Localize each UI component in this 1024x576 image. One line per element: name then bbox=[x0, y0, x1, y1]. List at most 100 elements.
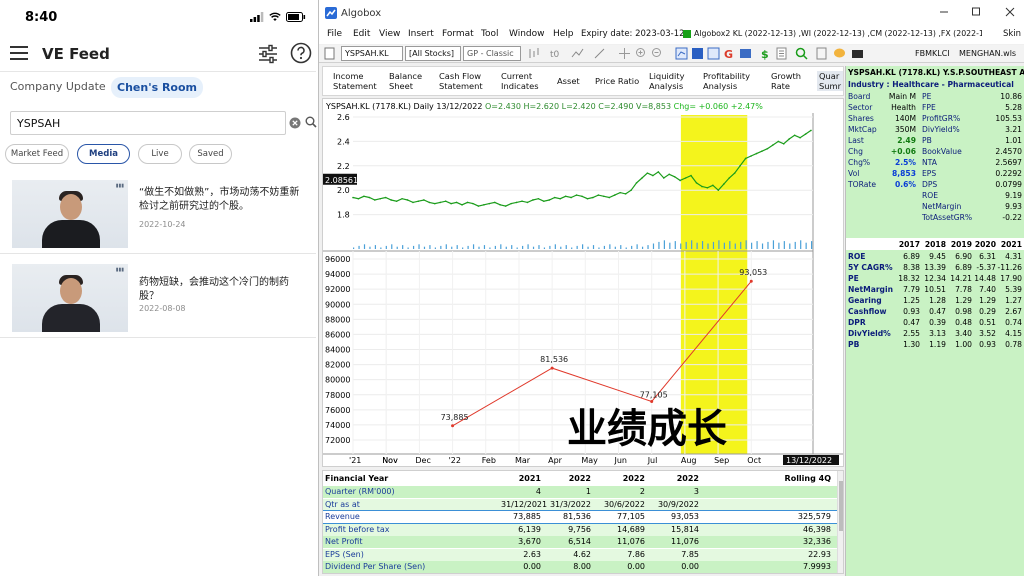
menu-file[interactable]: File bbox=[327, 29, 342, 39]
menu-format[interactable]: Format bbox=[442, 29, 474, 39]
scrollbar-thumb[interactable] bbox=[839, 481, 843, 531]
price-point bbox=[712, 184, 714, 187]
tab-saved[interactable]: Saved bbox=[189, 144, 232, 164]
chart-svg[interactable]: 2.6 2.4 2.2 2.0 1.8 96000 94000 92000 90000 88000… bbox=[323, 99, 843, 466]
price-point bbox=[793, 134, 796, 137]
clear-search-icon[interactable] bbox=[289, 117, 301, 129]
tab-company-update[interactable]: Company Update bbox=[10, 80, 106, 93]
price-point bbox=[717, 189, 720, 191]
tab-live[interactable]: Live bbox=[138, 144, 182, 164]
table-row-label: Quarter (RM'000) bbox=[325, 487, 395, 496]
news-icon[interactable] bbox=[739, 47, 752, 60]
feed-item[interactable]: ▮▮▮ 药物短缺，会推动这个冷门的制药股？ 2022-08-08 bbox=[0, 258, 316, 338]
price-point bbox=[575, 194, 578, 196]
chat-icon[interactable] bbox=[833, 47, 846, 60]
data-view-icon[interactable] bbox=[707, 47, 720, 60]
x-tick-label: Nov bbox=[382, 456, 398, 465]
crosshair-icon[interactable] bbox=[618, 47, 631, 60]
menu-window[interactable]: Window bbox=[509, 29, 545, 39]
menu-icon[interactable] bbox=[10, 44, 30, 62]
menu-skin[interactable]: Skin bbox=[1003, 29, 1021, 39]
price-point bbox=[450, 202, 452, 205]
zoom-out-icon[interactable] bbox=[651, 47, 664, 60]
ratio-value: 0.29 bbox=[979, 307, 996, 316]
table-row[interactable]: Net Profit 3,670 6,514 11,076 11,076 32,336 bbox=[323, 536, 837, 548]
period-icon[interactable]: t0 bbox=[549, 47, 562, 60]
price-point bbox=[761, 150, 763, 152]
tab-income-statement[interactable]: Income Statement bbox=[333, 71, 377, 91]
volume-bar bbox=[543, 247, 546, 249]
cursor-price-label: 2.08561 bbox=[325, 176, 358, 185]
price-point bbox=[504, 205, 507, 207]
google-search-icon[interactable]: G bbox=[723, 47, 736, 60]
page-icon[interactable] bbox=[323, 47, 336, 60]
blue-chart-icon[interactable] bbox=[691, 47, 704, 60]
zoom-in-icon[interactable] bbox=[635, 47, 648, 60]
report-icon[interactable] bbox=[775, 47, 788, 60]
layout-combo[interactable]: GP - Classic bbox=[463, 46, 521, 61]
maximize-icon[interactable] bbox=[969, 6, 983, 18]
revenue-point bbox=[650, 399, 654, 403]
tab-growth-rate[interactable]: Growth Rate bbox=[771, 71, 801, 91]
menu-help[interactable]: Help bbox=[553, 29, 574, 39]
chart-view-icon[interactable] bbox=[675, 47, 688, 60]
price-point bbox=[412, 201, 414, 204]
stock-list-combo[interactable]: [All Stocks] bbox=[405, 46, 461, 61]
volume-bar bbox=[652, 243, 655, 249]
scanner-icon[interactable] bbox=[795, 47, 808, 60]
symbol-combo[interactable]: YSPSAH.KL bbox=[341, 46, 403, 61]
volume-bar bbox=[532, 246, 535, 249]
draw-line-icon[interactable] bbox=[593, 47, 606, 60]
price-point bbox=[646, 172, 649, 174]
table-row[interactable]: Profit before tax 6,139 9,756 14,689 15,814 4… bbox=[323, 523, 837, 536]
tab-quarter-summary[interactable]: Quar Sumr bbox=[817, 71, 844, 91]
filter-sliders-icon[interactable] bbox=[257, 43, 279, 65]
summary-key: BookValue bbox=[922, 147, 962, 156]
tab-chens-room[interactable]: Chen's Room bbox=[111, 77, 203, 98]
feed-item-title[interactable]: 药物短缺，会推动这个冷门的制药股？ bbox=[139, 276, 307, 304]
table-row[interactable]: Dividend Per Share (Sen) 0.00 8.00 0.00 0.00… bbox=[323, 561, 837, 573]
search-icon[interactable] bbox=[305, 116, 317, 128]
workspace-label[interactable]: MENGHAN.wls bbox=[959, 49, 1016, 58]
table-row[interactable]: Quarter (RM'000) 4 1 2 3 bbox=[323, 486, 837, 498]
document-icon[interactable] bbox=[815, 47, 828, 60]
feed-item[interactable]: ▮▮▮ “做生不如做熟”，市场动荡不妨重新检讨之前研究过的个股。 2022-10… bbox=[0, 174, 316, 254]
video-icon[interactable] bbox=[851, 47, 864, 60]
menu-insert[interactable]: Insert bbox=[408, 29, 434, 39]
dollar-icon[interactable]: $ bbox=[759, 47, 772, 60]
index-label[interactable]: FBMKLCI bbox=[915, 49, 950, 58]
price-point bbox=[728, 177, 731, 179]
tab-asset[interactable]: Asset bbox=[557, 76, 580, 86]
tab-market-feed[interactable]: Market Feed bbox=[5, 144, 69, 164]
tab-current-indicates[interactable]: Current Indicates bbox=[501, 71, 539, 91]
tab-profitability-analysis[interactable]: Profitability Analysis bbox=[703, 71, 750, 91]
help-icon[interactable] bbox=[290, 42, 312, 64]
tab-liquidity-analysis[interactable]: Liquidity Analysis bbox=[649, 71, 685, 91]
table-row[interactable]: Qtr as at 31/12/2021 31/3/2022 30/6/2022 30/… bbox=[323, 498, 837, 511]
feed-item-title[interactable]: “做生不如做熟”，市场动荡不妨重新检讨之前研究过的个股。 bbox=[139, 186, 307, 214]
price-tick-label: 2.4 bbox=[337, 137, 350, 146]
menu-tool[interactable]: Tool bbox=[481, 29, 498, 39]
menu-view[interactable]: View bbox=[379, 29, 400, 39]
table-scrollbar[interactable] bbox=[837, 471, 843, 573]
candle-chart-icon[interactable] bbox=[527, 47, 540, 60]
table-header-row[interactable]: Financial Year 2021 2022 2022 2022 Rolling 4Q bbox=[323, 473, 837, 485]
indicator-icon[interactable] bbox=[571, 47, 584, 60]
tab-price-ratio[interactable]: Price Ratio bbox=[595, 76, 639, 86]
close-icon[interactable] bbox=[1003, 6, 1017, 18]
tab-cash-flow-statement[interactable]: Cash Flow Statement bbox=[439, 71, 483, 91]
menu-edit[interactable]: Edit bbox=[353, 29, 370, 39]
table-row[interactable]: Revenue 73,885 81,536 77,105 93,053 325,579 bbox=[323, 510, 838, 524]
price-point bbox=[788, 138, 790, 140]
price-point bbox=[652, 174, 654, 177]
volume-bar bbox=[625, 247, 627, 249]
tab-media[interactable]: Media bbox=[77, 144, 130, 164]
brand-logo-icon: ▮▮▮ bbox=[115, 183, 124, 189]
video-thumbnail[interactable]: ▮▮▮ bbox=[12, 264, 128, 332]
search-input[interactable] bbox=[10, 111, 286, 135]
table-row[interactable]: EPS (Sen) 2.63 4.62 7.86 7.85 22.93 bbox=[323, 548, 837, 561]
app-title: VE Feed bbox=[42, 45, 110, 63]
tab-balance-sheet[interactable]: Balance Sheet bbox=[389, 71, 422, 91]
minimize-icon[interactable] bbox=[937, 6, 951, 18]
video-thumbnail[interactable]: ▮▮▮ bbox=[12, 180, 128, 248]
